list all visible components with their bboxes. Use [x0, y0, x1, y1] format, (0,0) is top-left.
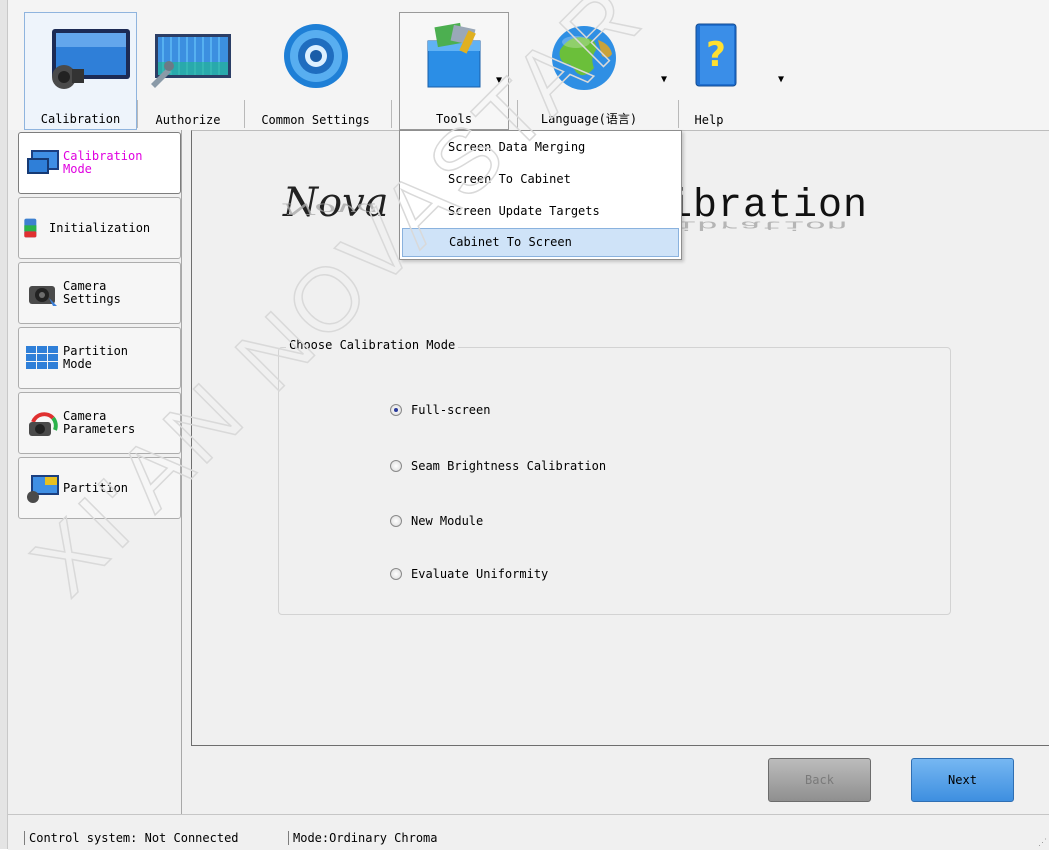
radio-button[interactable] [390, 404, 402, 416]
toolbar-separator [678, 100, 679, 128]
radio-label: Full-screen [411, 403, 491, 417]
camera-parameters-icon [29, 412, 58, 436]
toolbar-help-button[interactable]: ? ▼ Help [684, 12, 784, 130]
calibration-steps-sidebar: Calibration Mode Initialization Camera S… [8, 130, 182, 814]
toolbar-tools-button[interactable]: ▼ Tools [399, 12, 509, 130]
monitor-icon [27, 150, 59, 174]
sidebar-item-camera-parameters[interactable]: Camera Parameters [18, 392, 181, 454]
toolbar-separator [517, 100, 518, 128]
toolbar-separator [137, 100, 138, 128]
sidebar-item-label: Camera Parameters [63, 409, 136, 436]
sidebar-item-partition[interactable]: Partition [18, 457, 181, 519]
partition-screen-icon [27, 475, 59, 503]
tools-dropdown-menu: Screen Data Merging Screen To Cabinet Sc… [399, 130, 682, 260]
sidebar-item-label: Initialization [49, 220, 151, 235]
chevron-down-icon: ▼ [778, 74, 785, 85]
globe-icon [546, 20, 626, 90]
radio-label: Evaluate Uniformity [411, 567, 549, 581]
toolbar-authorize-label: Authorize [155, 113, 221, 127]
toolbar-separator [244, 100, 245, 128]
toolbar-separator [391, 100, 392, 128]
toolbar-authorize-button[interactable]: Authorize [140, 12, 236, 130]
radio-label: New Module [411, 514, 484, 528]
battery-icon [24, 218, 37, 238]
calibration-monitor-icon [46, 21, 130, 91]
camera-icon [29, 286, 57, 306]
banner-title-reflection: ibration [675, 217, 848, 232]
sidebar-item-label: Partition [63, 480, 129, 495]
gear-icon [281, 20, 351, 90]
menu-item-screen-update-targets[interactable]: Screen Update Targets [402, 197, 679, 226]
radio-label: Seam Brightness Calibration [411, 459, 607, 473]
radio-option-full-screen[interactable]: Full-screen [390, 403, 490, 417]
menu-item-screen-data-merging[interactable]: Screen Data Merging [402, 133, 679, 162]
toolbar-language-label: Language(语言) [540, 112, 638, 126]
resize-grip-icon[interactable]: ⋰ [1038, 838, 1047, 848]
toolbar-common-settings-button[interactable]: Common Settings [248, 12, 383, 130]
grid-icon [26, 346, 58, 369]
window-left-edge [0, 0, 8, 849]
toolbar-language-button[interactable]: ▼ Language(语言) [521, 12, 671, 130]
radio-button[interactable] [390, 460, 402, 472]
sidebar-item-partition-mode[interactable]: Partition Mode [18, 327, 181, 389]
sidebar-item-label: Camera Settings [63, 279, 121, 306]
authorize-screen-icon [143, 20, 233, 90]
status-mode: Mode:Ordinary Chroma [288, 831, 438, 845]
calibration-mode-group-title: Choose Calibration Mode [286, 338, 459, 352]
menu-item-screen-to-cabinet[interactable]: Screen To Cabinet [402, 165, 679, 194]
next-button[interactable]: Next [911, 758, 1014, 802]
sidebar-item-label: Calibration Mode [63, 149, 143, 176]
status-control-system: Control system: Not Connected [24, 831, 239, 845]
toolbox-icon [414, 21, 494, 91]
calibration-mode-group [278, 347, 951, 615]
sidebar-item-calibration-mode[interactable]: Calibration Mode [18, 132, 181, 194]
banner-logo-reflection: Nova [283, 199, 378, 218]
sidebar-item-label: Partition Mode [63, 344, 129, 371]
app-window: Calibration Authorize Common Settings ▼ … [0, 0, 1049, 850]
main-toolbar: Calibration Authorize Common Settings ▼ … [8, 0, 1049, 130]
chevron-down-icon: ▼ [496, 75, 503, 86]
toolbar-calibration-label: Calibration [40, 112, 121, 126]
toolbar-tools-label: Tools [435, 112, 473, 126]
radio-option-evaluate-uniformity[interactable]: Evaluate Uniformity [390, 567, 548, 581]
svg-text:?: ? [706, 35, 726, 75]
chevron-down-icon: ▼ [661, 74, 668, 85]
sidebar-item-camera-settings[interactable]: Camera Settings [18, 262, 181, 324]
radio-option-new-module[interactable]: New Module [390, 514, 483, 528]
sidebar-item-initialization[interactable]: Initialization [18, 197, 181, 259]
radio-button[interactable] [390, 515, 402, 527]
status-bar: Control system: Not Connected Mode:Ordin… [8, 814, 1049, 850]
toolbar-common-settings-label: Common Settings [261, 113, 370, 127]
menu-item-cabinet-to-screen[interactable]: Cabinet To Screen [402, 228, 679, 257]
radio-option-seam-brightness[interactable]: Seam Brightness Calibration [390, 459, 606, 473]
toolbar-calibration-button[interactable]: Calibration [24, 12, 137, 130]
help-book-icon: ? [686, 20, 746, 90]
back-button[interactable]: Back [768, 758, 871, 802]
radio-button[interactable] [390, 568, 402, 580]
toolbar-help-label: Help [694, 113, 724, 127]
